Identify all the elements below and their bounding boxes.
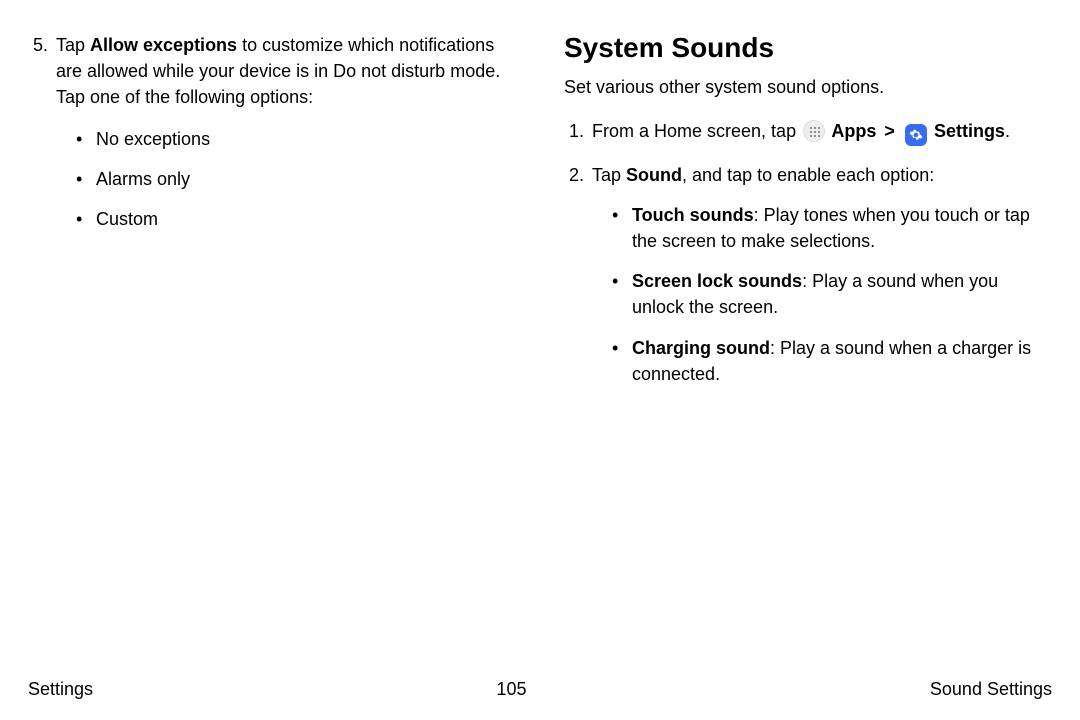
- list-item-text: Alarms only: [96, 166, 516, 192]
- apps-icon: [803, 120, 825, 142]
- bold-text: Touch sounds: [632, 205, 754, 225]
- step-body: Tap Sound, and tap to enable each option…: [592, 162, 1052, 401]
- page-number: 105: [496, 679, 526, 700]
- step-body: Tap Allow exceptions to customize which …: [56, 32, 516, 110]
- text: .: [1005, 121, 1010, 141]
- section-heading: System Sounds: [564, 32, 1052, 64]
- text: Tap: [592, 165, 626, 185]
- footer-right: Sound Settings: [930, 679, 1052, 700]
- step-2: 2. Tap Sound, and tap to enable each opt…: [564, 162, 1052, 401]
- bullet-dot: •: [76, 206, 96, 232]
- chevron-right-icon: >: [879, 121, 900, 141]
- list-item-text: Screen lock sounds: Play a sound when yo…: [632, 268, 1052, 320]
- page-footer: Settings 105 Sound Settings: [28, 679, 1052, 700]
- settings-label: Settings: [929, 121, 1005, 141]
- intro-text: Set various other system sound options.: [564, 74, 1052, 100]
- list-item: •Custom: [76, 206, 516, 232]
- step-number: 5.: [28, 32, 56, 110]
- step-1: 1. From a Home screen, tap Apps > Settin…: [564, 118, 1052, 146]
- bullet-list: •No exceptions•Alarms only•Custom: [76, 126, 516, 232]
- right-column: System Sounds Set various other system s…: [564, 32, 1052, 417]
- text: Tap: [56, 35, 90, 55]
- list-item: •Alarms only: [76, 166, 516, 192]
- bullet-dot: •: [76, 126, 96, 152]
- step-5: 5. Tap Allow exceptions to customize whi…: [28, 32, 516, 110]
- list-item-text: No exceptions: [96, 126, 516, 152]
- bullet-dot: •: [76, 166, 96, 192]
- step-body: From a Home screen, tap Apps > Settings.: [592, 118, 1052, 146]
- list-item: •Screen lock sounds: Play a sound when y…: [612, 268, 1052, 320]
- apps-label: Apps: [827, 121, 876, 141]
- bullet-dot: •: [612, 335, 632, 361]
- text: From a Home screen, tap: [592, 121, 801, 141]
- footer-left: Settings: [28, 679, 93, 700]
- list-item: •Touch sounds: Play tones when you touch…: [612, 202, 1052, 254]
- step-number: 1.: [564, 118, 592, 146]
- list-item-text: Custom: [96, 206, 516, 232]
- step-number: 2.: [564, 162, 592, 401]
- list-item-text: Touch sounds: Play tones when you touch …: [632, 202, 1052, 254]
- bullet-list: •Touch sounds: Play tones when you touch…: [612, 202, 1052, 387]
- list-item: •Charging sound: Play a sound when a cha…: [612, 335, 1052, 387]
- list-item-text: Charging sound: Play a sound when a char…: [632, 335, 1052, 387]
- list-item: •No exceptions: [76, 126, 516, 152]
- bold-text: Allow exceptions: [90, 35, 237, 55]
- left-column: 5. Tap Allow exceptions to customize whi…: [28, 32, 516, 417]
- gear-icon: [905, 124, 927, 146]
- text: , and tap to enable each option:: [682, 165, 934, 185]
- bold-text: Sound: [626, 165, 682, 185]
- bold-text: Charging sound: [632, 338, 770, 358]
- manual-page: 5. Tap Allow exceptions to customize whi…: [0, 0, 1080, 720]
- bold-text: Screen lock sounds: [632, 271, 802, 291]
- bullet-dot: •: [612, 202, 632, 228]
- bullet-dot: •: [612, 268, 632, 294]
